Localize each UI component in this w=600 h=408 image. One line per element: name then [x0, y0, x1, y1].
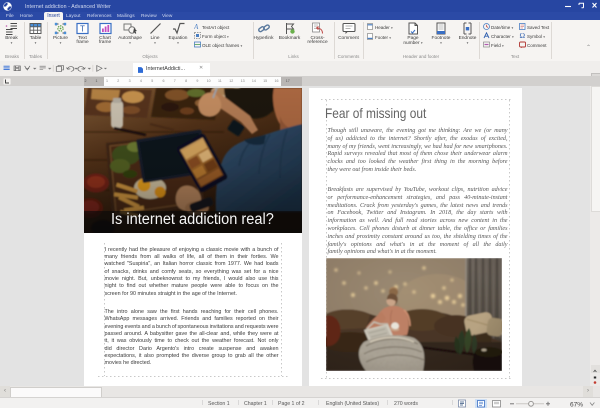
svg-text:67%: 67% — [570, 402, 583, 408]
svg-text:T: T — [80, 25, 85, 34]
svg-text:A: A — [194, 23, 199, 30]
svg-text:Ω: Ω — [520, 32, 526, 39]
